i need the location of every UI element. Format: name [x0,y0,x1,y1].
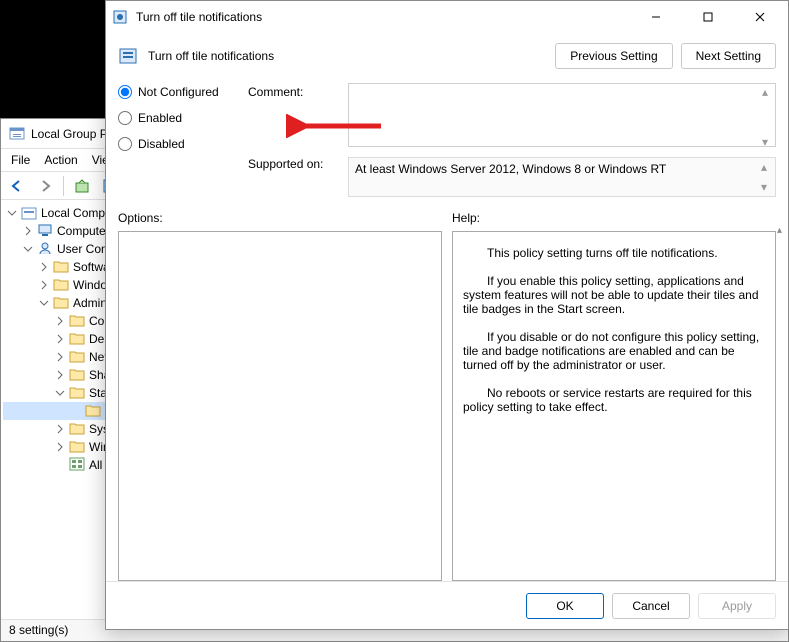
next-setting-button[interactable]: Next Setting [681,43,776,69]
policy-heading-icon [118,46,138,66]
mmc-app-icon [9,126,25,142]
tree-label: Admini [71,296,110,310]
options-label: Options: [118,211,163,225]
folder-icon [53,259,69,276]
folder-icon [69,367,85,384]
policy-dialog: Turn off tile notifications Turn off til… [105,0,789,630]
radio-label: Not Configured [138,85,219,99]
radio-label: Enabled [138,111,182,125]
folder-icon [85,403,101,420]
radio-disabled-input[interactable] [118,137,132,151]
chevron-right-icon[interactable] [53,332,67,346]
help-paragraph: This policy setting turns off tile notif… [463,246,765,260]
radio-label: Disabled [138,137,185,151]
folder-icon [69,421,85,438]
previous-setting-button[interactable]: Previous Setting [555,43,672,69]
back-button[interactable] [5,175,29,197]
folder-icon [69,385,85,402]
chevron-down-icon[interactable] [53,386,67,400]
dialog-app-icon [112,9,128,25]
chevron-down-icon[interactable] [37,296,51,310]
dialog-header: Turn off tile notifications Previous Set… [118,43,776,69]
supported-on-text: At least Windows Server 2012, Windows 8 … [355,162,666,176]
help-paragraph: If you enable this policy setting, appli… [463,274,765,316]
comment-textarea[interactable] [348,83,776,147]
toolbar-separator [63,176,64,196]
forward-button[interactable] [33,175,57,197]
chevron-right-icon[interactable] [53,368,67,382]
menu-file[interactable]: File [11,153,30,167]
tree-label: Computer [55,224,110,238]
state-radio-group: Not Configured Enabled Disabled [118,83,238,151]
chevron-right-icon[interactable] [53,422,67,436]
maximize-button[interactable] [686,2,730,32]
close-button[interactable] [738,2,782,32]
cancel-button[interactable]: Cancel [612,593,690,619]
radio-enabled-input[interactable] [118,111,132,125]
comment-label: Comment: [248,85,338,99]
status-text: 8 setting(s) [9,623,68,637]
folder-icon [69,457,85,474]
apply-button[interactable]: Apply [698,593,776,619]
dialog-footer: OK Cancel Apply [106,581,788,629]
supported-on-box: At least Windows Server 2012, Windows 8 … [348,157,776,197]
supported-label: Supported on: [248,157,323,171]
chevron-right-icon[interactable] [53,314,67,328]
chevron-right-icon[interactable] [37,260,51,274]
folder-icon [53,277,69,294]
options-pane[interactable] [118,231,442,581]
radio-not-configured[interactable]: Not Configured [118,85,238,99]
radio-enabled[interactable]: Enabled [118,111,238,125]
help-pane[interactable]: This policy setting turns off tile notif… [452,231,776,581]
minimize-button[interactable] [634,2,678,32]
chevron-right-icon[interactable] [21,224,35,238]
folder-icon [69,313,85,330]
help-paragraph: No reboots or service restarts are requi… [463,386,765,414]
help-paragraph: If you disable or do not configure this … [463,330,765,372]
chevron-right-icon[interactable] [53,440,67,454]
chevron-right-icon[interactable] [37,278,51,292]
folder-icon [37,223,53,240]
radio-not-configured-input[interactable] [118,85,132,99]
chevron-down-icon[interactable] [5,206,19,220]
chevron-right-icon[interactable] [53,350,67,364]
folder-icon [69,331,85,348]
dialog-title: Turn off tile notifications [136,10,262,24]
help-label: Help: [452,211,480,225]
outer-scroll-hint: ▴ [777,225,787,581]
folder-icon [69,349,85,366]
folder-icon [37,241,53,258]
policy-heading: Turn off tile notifications [148,49,274,63]
up-button[interactable] [70,175,94,197]
ok-button[interactable]: OK [526,593,604,619]
radio-disabled[interactable]: Disabled [118,137,238,151]
menu-action[interactable]: Action [44,153,77,167]
policy-icon [21,206,37,220]
chevron-down-icon[interactable] [21,242,35,256]
folder-icon [69,439,85,456]
dialog-titlebar[interactable]: Turn off tile notifications [106,1,788,33]
folder-icon [53,295,69,312]
